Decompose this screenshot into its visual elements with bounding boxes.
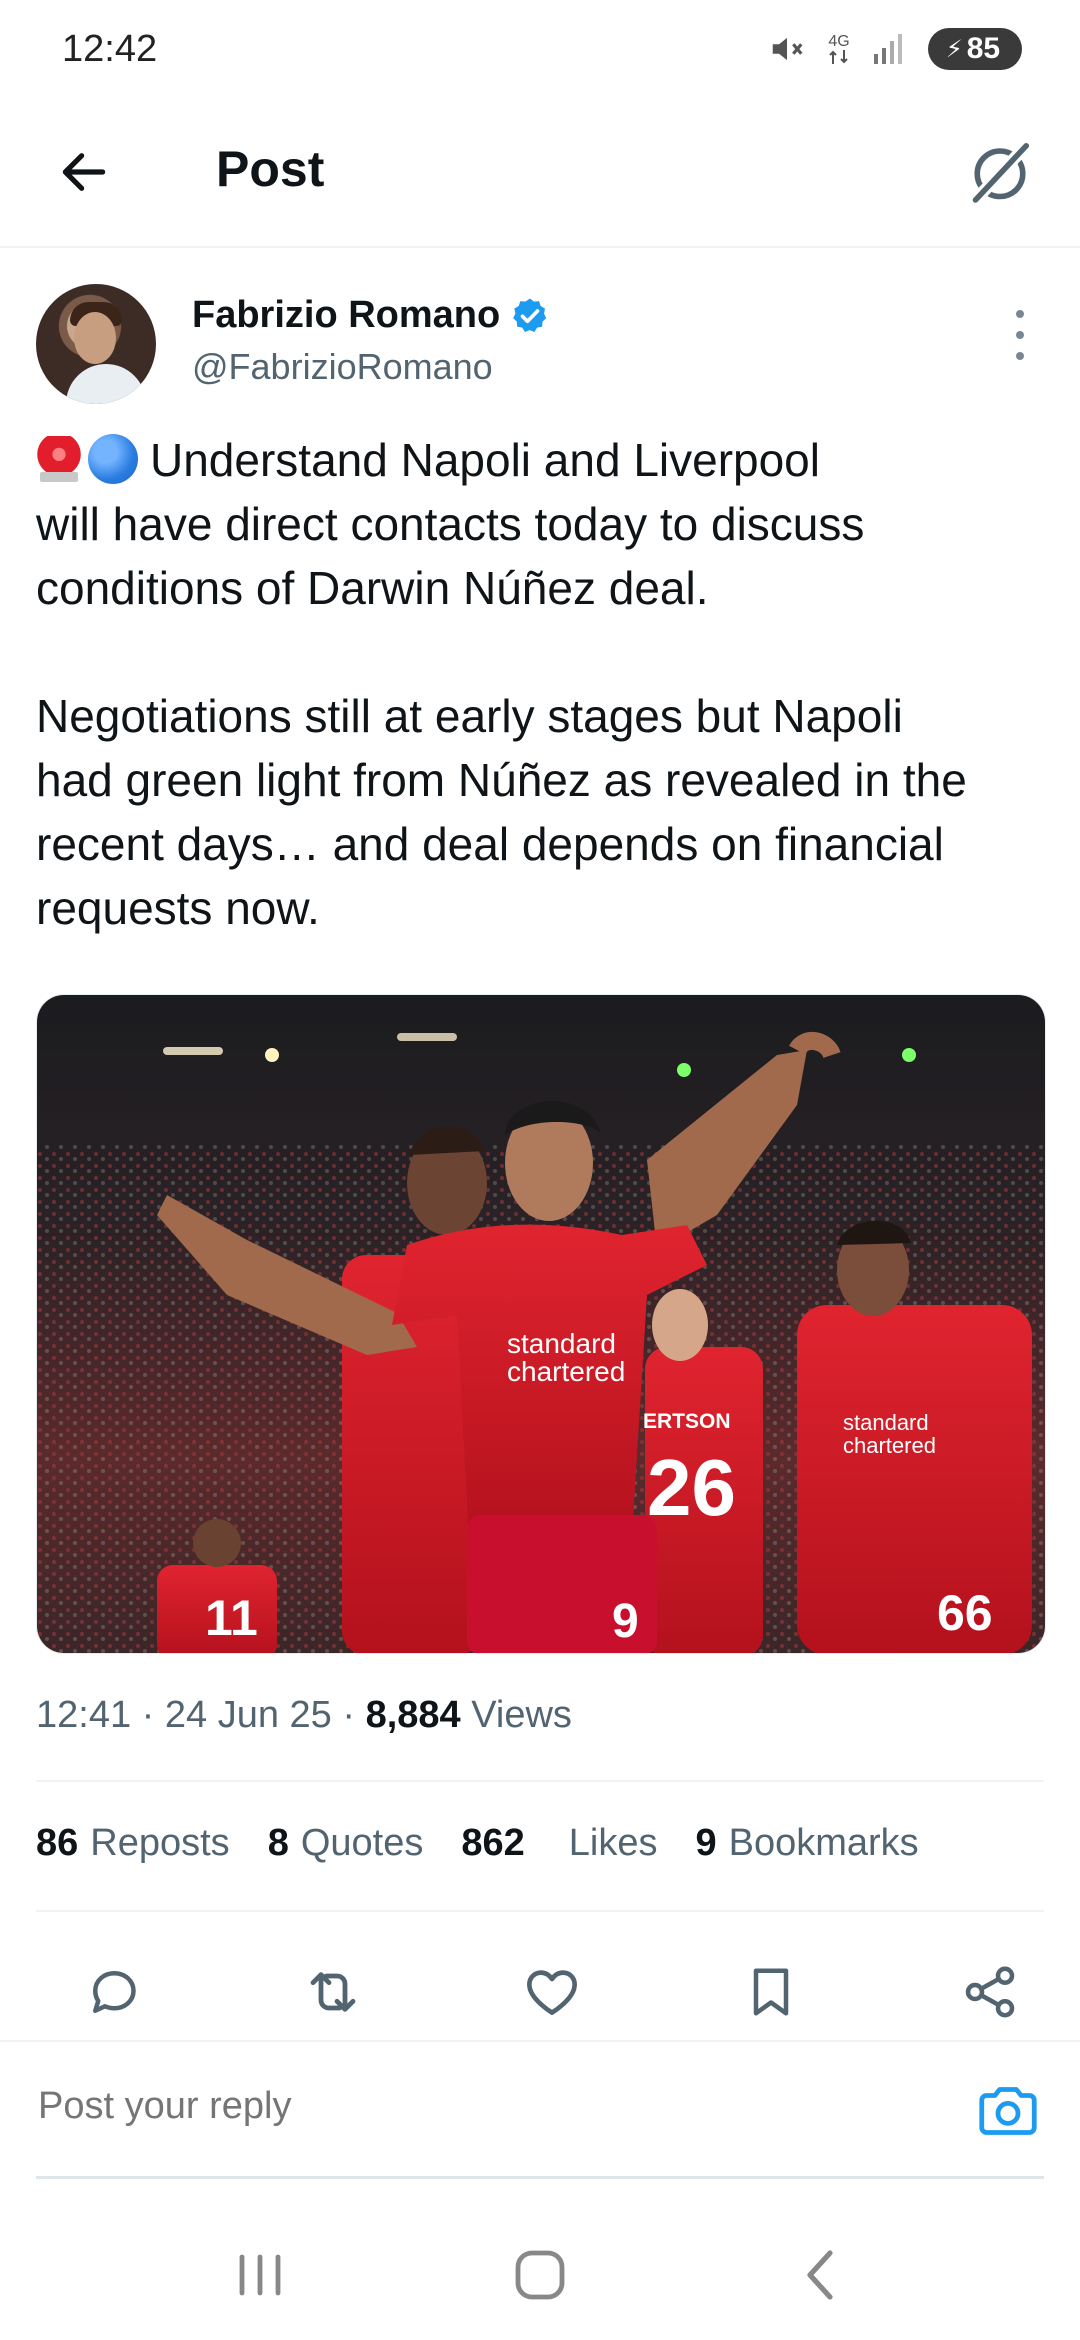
reposts-stat[interactable]: 86 Reposts xyxy=(36,1822,230,1865)
likes-count: 862 xyxy=(461,1822,525,1864)
author-name-text: Fabrizio Romano xyxy=(192,294,501,336)
repost-button[interactable] xyxy=(291,1950,375,2034)
status-time: 12:42 xyxy=(62,28,158,70)
status-bar: 12:42 4G ⚡ 85 xyxy=(0,0,1080,100)
reposts-label: Reposts xyxy=(90,1822,230,1864)
rotating-light-emoji xyxy=(36,436,82,482)
blue-circle-emoji xyxy=(88,434,138,484)
reply-input[interactable] xyxy=(36,2084,840,2129)
bookmarks-count: 9 xyxy=(695,1822,717,1864)
battery-level: 85 xyxy=(966,32,1001,65)
quotes-label: Quotes xyxy=(300,1822,424,1864)
tweet-text: Understand Napoli and Liverpool will hav… xyxy=(36,428,1046,940)
more-dot-icon xyxy=(1016,352,1024,360)
svg-text:chartered: chartered xyxy=(507,1356,625,1387)
author-name[interactable]: Fabrizio Romano xyxy=(192,294,550,337)
svg-text:chartered: chartered xyxy=(843,1433,936,1458)
grok-button[interactable] xyxy=(956,128,1044,216)
views-label: Views xyxy=(471,1694,572,1736)
avatar[interactable] xyxy=(36,284,156,404)
network-label: 4G xyxy=(828,33,850,50)
svg-text:standard: standard xyxy=(843,1410,929,1435)
bookmark-button[interactable] xyxy=(729,1950,813,2034)
tweet-text-rest: will have direct contacts today to discu… xyxy=(36,498,967,934)
svg-text:11: 11 xyxy=(205,1590,258,1646)
svg-text:9: 9 xyxy=(612,1595,639,1648)
tweet-time: 12:41 xyxy=(36,1694,132,1736)
share-button[interactable] xyxy=(948,1950,1032,2034)
charging-icon: ⚡ xyxy=(945,35,963,63)
divider xyxy=(36,1780,1044,1782)
battery-indicator: ⚡ 85 xyxy=(928,28,1022,70)
camera-icon xyxy=(979,2087,1037,2135)
more-options-button[interactable] xyxy=(1000,310,1040,360)
reply-button[interactable] xyxy=(72,1950,156,2034)
bookmarks-stat[interactable]: 9 Bookmarks xyxy=(695,1822,918,1865)
tweet-text-line1: Understand Napoli and Liverpool xyxy=(150,434,820,486)
reply-divider xyxy=(36,2176,1044,2179)
like-button[interactable] xyxy=(510,1950,594,2034)
share-icon xyxy=(965,1966,1015,2018)
reposts-count: 86 xyxy=(36,1822,79,1864)
network-4g-icon: 4G xyxy=(828,34,850,64)
more-dot-icon xyxy=(1016,310,1024,318)
author-handle[interactable]: @FabrizioRomano xyxy=(192,346,493,388)
more-dot-icon xyxy=(1016,331,1024,339)
tweet-stats: 86 Reposts 8 Quotes 862 Likes 9 Bookmark… xyxy=(36,1822,1044,1865)
home-icon xyxy=(515,2250,565,2300)
system-nav-bar xyxy=(0,2210,1080,2340)
page-title: Post xyxy=(216,141,325,197)
back-button[interactable] xyxy=(48,136,120,208)
recent-apps-icon xyxy=(239,2254,281,2296)
likes-stat[interactable]: 862 Likes xyxy=(461,1822,657,1865)
signal-icon xyxy=(872,32,906,66)
divider xyxy=(36,1910,1044,1912)
camera-button[interactable] xyxy=(976,2082,1040,2140)
arrow-left-icon xyxy=(62,153,106,191)
svg-text:66: 66 xyxy=(937,1585,993,1641)
like-icon xyxy=(527,1970,577,2015)
quotes-stat[interactable]: 8 Quotes xyxy=(268,1822,424,1865)
recent-apps-button[interactable] xyxy=(210,2235,310,2315)
tweet-detail-screen: 12:42 4G ⚡ 85 Post Fabrizio Romano @Fabr… xyxy=(0,0,1080,2340)
svg-text:26: 26 xyxy=(647,1443,736,1532)
reply-icon xyxy=(93,1971,136,2013)
svg-text:standard: standard xyxy=(507,1328,616,1359)
reply-bar xyxy=(0,2042,1080,2176)
likes-label: Likes xyxy=(568,1822,658,1864)
chevron-left-icon xyxy=(807,2250,833,2300)
top-header: Post xyxy=(0,100,1080,248)
media-label: ERTSON xyxy=(643,1410,731,1433)
tweet-date: 24 Jun 25 xyxy=(164,1694,332,1736)
mute-icon xyxy=(768,30,806,68)
repost-icon xyxy=(310,1972,356,2012)
views-count: 8,884 xyxy=(365,1694,461,1736)
quotes-count: 8 xyxy=(267,1822,289,1864)
tweet-meta: 12:41 · 24 Jun 25 · 8,884 Views xyxy=(36,1694,572,1736)
tweet-media-image[interactable]: 11 ERTSON 26 66 standard chartered 9 sta… xyxy=(36,994,1046,1654)
bookmarks-label: Bookmarks xyxy=(728,1822,919,1864)
home-button[interactable] xyxy=(490,2235,590,2315)
verified-badge-icon xyxy=(513,298,547,332)
tweet-actions xyxy=(36,1950,1044,2034)
status-icons: 4G ⚡ 85 xyxy=(768,28,1022,70)
bookmark-icon xyxy=(753,1968,789,2016)
grok-icon xyxy=(971,141,1031,205)
system-back-button[interactable] xyxy=(770,2235,870,2315)
